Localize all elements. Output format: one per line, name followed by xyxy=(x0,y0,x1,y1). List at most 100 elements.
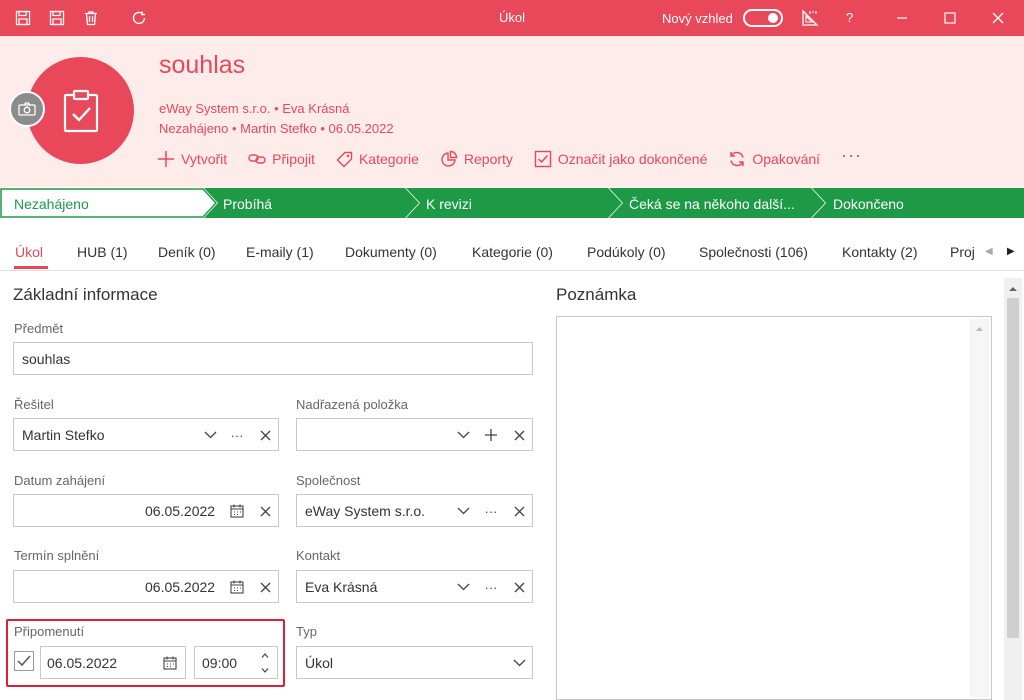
contact-value: Eva Krásná xyxy=(305,579,378,595)
chevron-down-icon[interactable] xyxy=(456,428,470,442)
calendar-icon[interactable] xyxy=(230,580,244,594)
tab-scroll-left-icon[interactable]: ◀ xyxy=(985,246,993,257)
categories-button[interactable]: Kategorie xyxy=(336,151,419,168)
scroll-up-icon[interactable] xyxy=(970,322,989,336)
solver-field[interactable]: Martin Stefko ··· xyxy=(13,418,279,451)
company-label: Společnost xyxy=(296,473,361,488)
parent-field[interactable] xyxy=(296,418,533,451)
more-actions-icon[interactable]: ··· xyxy=(841,145,862,166)
more-options-icon[interactable]: ··· xyxy=(230,428,244,442)
section-basic-info: Základní informace xyxy=(13,285,158,304)
clear-icon[interactable] xyxy=(512,428,526,442)
clear-icon[interactable] xyxy=(258,428,272,442)
reminder-date-value: 06.05.2022 xyxy=(47,655,118,671)
change-photo-button[interactable] xyxy=(9,91,45,127)
delete-icon[interactable] xyxy=(80,7,102,29)
refresh-icon[interactable] xyxy=(128,7,150,29)
tab-projekty[interactable]: Proj xyxy=(950,244,978,260)
mark-complete-button[interactable]: Označit jako dokončené xyxy=(534,150,707,168)
tab-hub[interactable]: HUB (1) xyxy=(77,244,128,260)
reminder-time-field[interactable]: 09:00 xyxy=(194,646,278,679)
new-look-label: Nový vzhled xyxy=(662,11,733,26)
due-date-field[interactable]: 06.05.2022 xyxy=(13,570,279,603)
reminder-label: Připomenutí xyxy=(14,624,85,639)
solver-value: Martin Stefko xyxy=(22,427,105,443)
tab-emaily[interactable]: E-maily (1) xyxy=(246,244,314,260)
clear-icon[interactable] xyxy=(512,504,526,518)
clear-icon[interactable] xyxy=(512,580,526,594)
company-field[interactable]: eWay System s.r.o. ··· xyxy=(296,494,533,527)
help-button[interactable]: ? xyxy=(846,10,853,25)
type-select[interactable]: Úkol xyxy=(296,646,533,679)
stage-ceka-se[interactable]: Čeká se na někoho další... xyxy=(629,196,795,212)
calendar-icon[interactable] xyxy=(230,504,244,518)
link-icon xyxy=(248,154,266,164)
chevron-down-icon[interactable] xyxy=(203,428,217,442)
stage-k-revizi[interactable]: K revizi xyxy=(426,196,472,212)
stage-bar: Nezahájeno Probíhá K revizi Čeká se na n… xyxy=(0,188,1024,218)
type-value: Úkol xyxy=(305,655,334,671)
tab-ukol[interactable]: Úkol xyxy=(15,244,43,260)
stage-probiha[interactable]: Probíhá xyxy=(223,196,272,212)
page-scroll-up-icon[interactable] xyxy=(1004,282,1022,296)
pie-chart-icon xyxy=(441,150,458,167)
minimize-icon[interactable] xyxy=(891,7,913,29)
attach-button[interactable]: Připojit xyxy=(248,151,315,167)
calendar-icon[interactable] xyxy=(163,656,177,670)
subject-label: Předmět xyxy=(14,321,64,336)
time-up-icon[interactable] xyxy=(260,652,270,659)
create-button[interactable]: Vytvořit xyxy=(157,150,227,168)
window-title: Úkol xyxy=(498,10,525,25)
maximize-icon[interactable] xyxy=(939,7,961,29)
check-icon xyxy=(17,655,31,667)
chevron-down-icon[interactable] xyxy=(512,656,526,670)
add-icon[interactable] xyxy=(484,428,498,442)
ruler-icon[interactable] xyxy=(799,7,821,29)
reports-label: Reporty xyxy=(463,151,513,167)
notes-textarea[interactable] xyxy=(556,316,992,700)
categories-label: Kategorie xyxy=(358,151,419,167)
tab-podukoly[interactable]: Podúkoly (0) xyxy=(587,244,666,260)
save-icon[interactable] xyxy=(46,7,68,29)
page-scroll-thumb[interactable] xyxy=(1007,298,1019,638)
notes-scrollbar[interactable] xyxy=(970,319,989,697)
subject-input[interactable]: souhlas xyxy=(13,342,533,375)
time-down-icon[interactable] xyxy=(260,667,270,674)
new-look-toggle[interactable] xyxy=(743,9,783,27)
company-value: eWay System s.r.o. xyxy=(305,503,426,519)
chevron-down-icon[interactable] xyxy=(456,580,470,594)
attach-label: Připojit xyxy=(272,151,315,167)
reminder-date-field[interactable]: 06.05.2022 xyxy=(40,646,186,679)
checkbox-icon xyxy=(534,150,552,168)
subject-value: souhlas xyxy=(22,351,71,367)
clear-icon[interactable] xyxy=(258,504,272,518)
repeat-icon xyxy=(730,151,745,167)
contact-field[interactable]: Eva Krásná ··· xyxy=(296,570,533,603)
tab-scroll-right-icon[interactable]: ▶ xyxy=(1007,246,1015,257)
repeat-button[interactable]: Opakování xyxy=(728,150,820,168)
reminder-checkbox[interactable] xyxy=(14,651,34,671)
more-options-icon[interactable]: ··· xyxy=(484,504,498,518)
toggle-knob xyxy=(768,13,778,23)
mark-complete-label: Označit jako dokončené xyxy=(557,151,708,167)
action-toolbar: Vytvořit Připojit Kategorie Reporty Ozna… xyxy=(157,145,862,170)
tab-denik[interactable]: Deník (0) xyxy=(158,244,216,260)
page-scrollbar[interactable] xyxy=(1004,278,1022,700)
tab-bar: Úkol HUB (1) Deník (0) E-maily (1) Dokum… xyxy=(0,236,1024,270)
tab-kontakty[interactable]: Kontakty (2) xyxy=(842,244,917,260)
clear-icon[interactable] xyxy=(258,580,272,594)
tab-kategorie[interactable]: Kategorie (0) xyxy=(472,244,553,260)
contact-label: Kontakt xyxy=(296,548,341,563)
active-tab-indicator xyxy=(14,266,48,269)
chevron-down-icon[interactable] xyxy=(456,504,470,518)
more-options-icon[interactable]: ··· xyxy=(484,580,498,594)
record-subtitle-status: Nezahájeno • Martin Stefko • 06.05.2022 xyxy=(159,121,394,136)
save-and-close-icon[interactable] xyxy=(12,7,34,29)
tab-dokumenty[interactable]: Dokumenty (0) xyxy=(345,244,437,260)
close-window-icon[interactable] xyxy=(987,7,1009,29)
start-date-field[interactable]: 06.05.2022 xyxy=(13,494,279,527)
reports-button[interactable]: Reporty xyxy=(440,150,513,168)
stage-dokonceno[interactable]: Dokončeno xyxy=(833,196,904,212)
tab-spolecnosti[interactable]: Společnosti (106) xyxy=(699,244,808,260)
stage-nezahajeno[interactable]: Nezahájeno xyxy=(14,196,89,212)
